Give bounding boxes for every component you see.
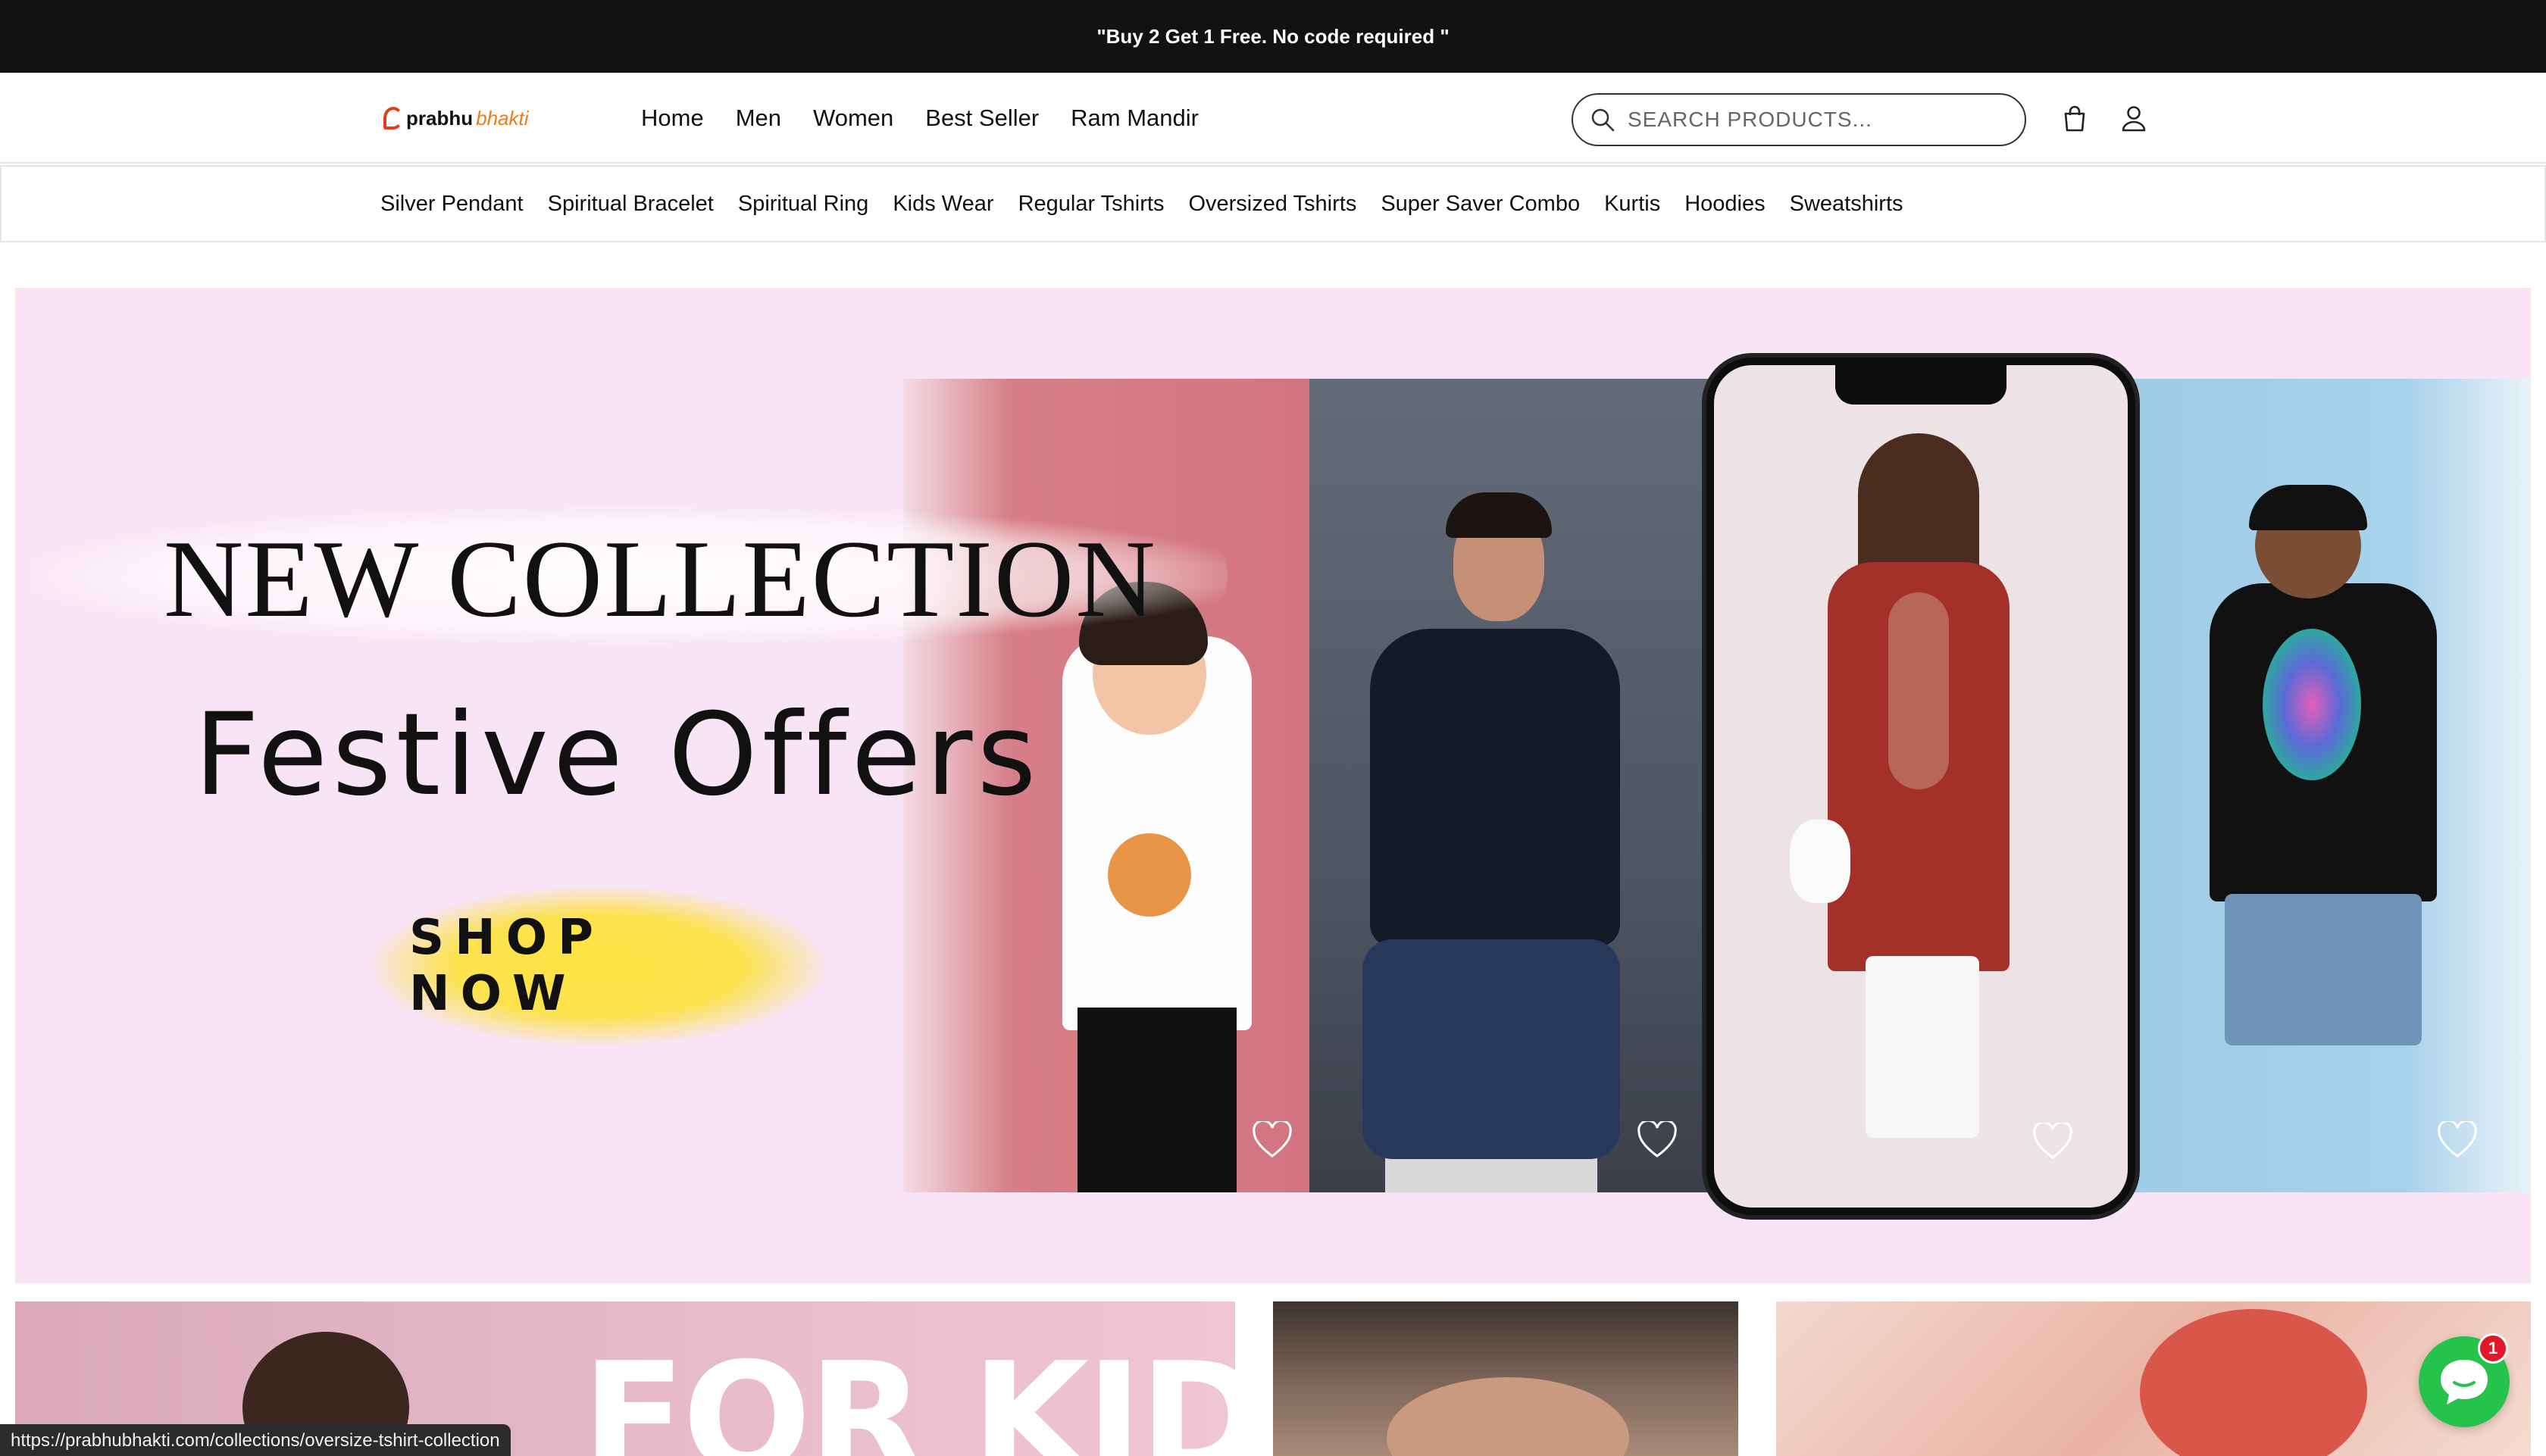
nav-women[interactable]: Women [813, 105, 893, 132]
peacock-feather-print-image [2263, 629, 2361, 780]
man-neck-image [1387, 1377, 1629, 1456]
cap-image [2249, 485, 2367, 530]
category-sweatshirts[interactable]: Sweatshirts [1790, 192, 1903, 217]
main-nav: Home Men Women Best Seller Ram Mandir [641, 95, 1199, 141]
logo-text-secondary: bhakti [476, 106, 529, 130]
search-box[interactable] [1572, 93, 2026, 146]
search-input[interactable] [1628, 108, 1991, 132]
wishlist-heart-icon[interactable] [2032, 1123, 2073, 1161]
hero-image-men [1309, 379, 1734, 1192]
hero-image-women-phone [1706, 358, 2135, 1215]
logo-text-primary: prabhu [406, 106, 474, 130]
white-bag-image [1790, 820, 1850, 903]
category-nav: Silver Pendant Spiritual Bracelet Spirit… [0, 165, 2546, 242]
denim-shorts-image [2225, 894, 2422, 1045]
category-kids-wear[interactable]: Kids Wear [893, 192, 993, 217]
category-hoodies[interactable]: Hoodies [1684, 192, 1765, 217]
category-silver-pendant[interactable]: Silver Pendant [380, 192, 524, 217]
status-bar-url: https://prabhubhakti.com/collections/ove… [0, 1424, 511, 1456]
site-logo[interactable]: prabhu bhakti [383, 103, 529, 133]
account-button[interactable] [2119, 102, 2149, 135]
man-hair-image [1446, 492, 1552, 538]
shop-now-button[interactable]: SHOP NOW [409, 910, 788, 1022]
phone-notch [1835, 365, 2006, 405]
cart-icon [2064, 105, 2085, 132]
logo-mark-icon [383, 107, 403, 130]
man-jeans-image [1362, 939, 1620, 1159]
kid-pants-image [1078, 1008, 1237, 1192]
ganesha-print-image [1108, 833, 1191, 917]
white-pants-image [1866, 956, 1979, 1138]
category-spiritual-ring[interactable]: Spiritual Ring [738, 192, 868, 217]
nav-men[interactable]: Men [736, 105, 781, 132]
kurti-embroidery-image [1888, 592, 1949, 789]
hero-subtitle: Festive Offers [194, 689, 1041, 821]
tile-for-kids-label: FOR KIDS [582, 1330, 1235, 1456]
category-regular-tshirts[interactable]: Regular Tshirts [1018, 192, 1165, 217]
man-polo-image [1370, 629, 1620, 947]
search-icon [1591, 108, 1615, 132]
category-spiritual-bracelet[interactable]: Spiritual Bracelet [548, 192, 714, 217]
site-header: prabhu bhakti Home Men Women Best Seller … [0, 73, 2546, 164]
nav-home[interactable]: Home [641, 105, 704, 132]
hero-image-oversized [2119, 379, 2531, 1192]
category-oversized-tshirts[interactable]: Oversized Tshirts [1188, 192, 1356, 217]
hero-title: NEW COLLECTION [164, 517, 1157, 640]
wishlist-heart-icon[interactable] [2437, 1121, 2478, 1159]
wishlist-heart-icon[interactable] [1637, 1121, 1678, 1159]
category-kurtis[interactable]: Kurtis [1604, 192, 1660, 217]
painted-nail-image [2140, 1309, 2367, 1456]
nav-best-seller[interactable]: Best Seller [925, 105, 1039, 132]
hero-banner[interactable]: NEW COLLECTION Festive Offers SHOP NOW [15, 288, 2531, 1283]
nav-ram-mandir[interactable]: Ram Mandir [1071, 105, 1199, 132]
cart-button[interactable] [2060, 102, 2090, 135]
chat-notification-badge: 1 [2478, 1333, 2508, 1364]
tile-rings[interactable] [1776, 1301, 2531, 1456]
chat-icon [2441, 1360, 2488, 1404]
category-super-saver-combo[interactable]: Super Saver Combo [1381, 192, 1580, 217]
tile-pendant[interactable] [1273, 1301, 1738, 1456]
announcement-bar: "Buy 2 Get 1 Free. No code required " [0, 0, 2546, 73]
account-icon [2122, 106, 2146, 132]
wishlist-heart-icon[interactable] [1252, 1121, 1293, 1159]
announcement-text: "Buy 2 Get 1 Free. No code required " [1096, 24, 1450, 48]
